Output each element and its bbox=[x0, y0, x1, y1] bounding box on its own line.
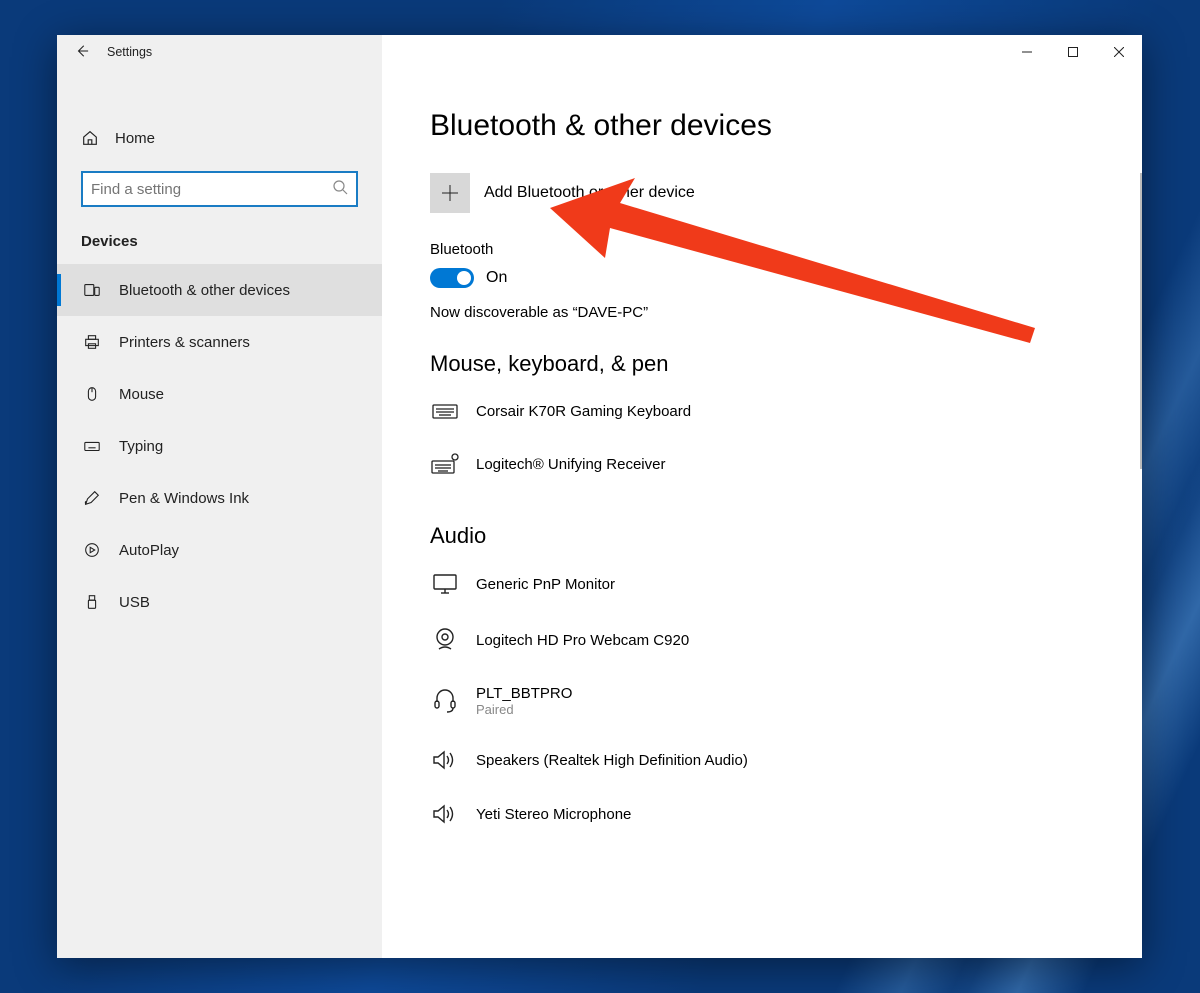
autoplay-icon bbox=[83, 541, 101, 559]
sidebar: Home Devices Bluetooth & other devices P… bbox=[57, 69, 382, 958]
home-icon bbox=[81, 129, 99, 147]
maximize-button[interactable] bbox=[1050, 35, 1096, 69]
keyboard-dongle-icon bbox=[430, 453, 460, 475]
back-arrow-icon bbox=[75, 44, 89, 58]
settings-window: Settings Home Device bbox=[57, 35, 1142, 958]
titlebar: Settings bbox=[57, 35, 1142, 69]
device-row[interactable]: Speakers (Realtek High Definition Audio) bbox=[430, 739, 1142, 781]
pen-icon bbox=[83, 489, 101, 507]
sidebar-item-bluetooth[interactable]: Bluetooth & other devices bbox=[57, 264, 382, 316]
group-title-mkp: Mouse, keyboard, & pen bbox=[430, 351, 1142, 377]
speaker-icon bbox=[430, 803, 460, 825]
sidebar-home[interactable]: Home bbox=[57, 117, 382, 159]
keyboard-icon bbox=[83, 437, 101, 455]
sidebar-item-autoplay[interactable]: AutoPlay bbox=[57, 524, 382, 576]
search-box[interactable] bbox=[81, 171, 358, 207]
main-content: Bluetooth & other devices Add Bluetooth … bbox=[382, 69, 1142, 958]
device-row[interactable]: Generic PnP Monitor bbox=[430, 563, 1142, 605]
sidebar-item-label: USB bbox=[119, 594, 150, 611]
device-row[interactable]: Logitech HD Pro Webcam C920 bbox=[430, 617, 1142, 663]
device-row[interactable]: Yeti Stereo Microphone bbox=[430, 793, 1142, 835]
sidebar-item-label: AutoPlay bbox=[119, 542, 179, 559]
sidebar-home-label: Home bbox=[115, 130, 155, 147]
usb-icon bbox=[83, 593, 101, 611]
mouse-icon bbox=[83, 385, 101, 403]
sidebar-item-label: Printers & scanners bbox=[119, 334, 250, 351]
discoverable-text: Now discoverable as “DAVE-PC” bbox=[430, 304, 1142, 321]
device-name: Generic PnP Monitor bbox=[476, 576, 615, 593]
group-title-audio: Audio bbox=[430, 523, 1142, 549]
device-name: Logitech HD Pro Webcam C920 bbox=[476, 632, 689, 649]
sidebar-section-label: Devices bbox=[57, 225, 382, 264]
search-input[interactable] bbox=[87, 177, 332, 202]
window-title: Settings bbox=[107, 45, 152, 59]
keyboard-icon bbox=[430, 401, 460, 421]
add-device-button[interactable]: Add Bluetooth or other device bbox=[430, 173, 1142, 213]
add-device-label: Add Bluetooth or other device bbox=[484, 184, 695, 202]
device-name: Corsair K70R Gaming Keyboard bbox=[476, 403, 691, 420]
page-title: Bluetooth & other devices bbox=[430, 109, 1142, 143]
monitor-icon bbox=[430, 573, 460, 595]
sidebar-item-mouse[interactable]: Mouse bbox=[57, 368, 382, 420]
sidebar-item-typing[interactable]: Typing bbox=[57, 420, 382, 472]
minimize-icon bbox=[1022, 47, 1032, 57]
minimize-button[interactable] bbox=[1004, 35, 1050, 69]
speaker-icon bbox=[430, 749, 460, 771]
devices-icon bbox=[83, 281, 101, 299]
sidebar-item-printers[interactable]: Printers & scanners bbox=[57, 316, 382, 368]
sidebar-item-label: Mouse bbox=[119, 386, 164, 403]
back-button[interactable] bbox=[57, 44, 107, 61]
sidebar-item-usb[interactable]: USB bbox=[57, 576, 382, 628]
close-icon bbox=[1114, 47, 1124, 57]
search-icon bbox=[332, 179, 348, 199]
device-row[interactable]: Corsair K70R Gaming Keyboard bbox=[430, 391, 1142, 431]
device-name: Logitech® Unifying Receiver bbox=[476, 456, 665, 473]
device-name: PLT_BBTPRO bbox=[476, 685, 572, 702]
sidebar-item-label: Pen & Windows Ink bbox=[119, 490, 249, 507]
device-row[interactable]: PLT_BBTPRO Paired bbox=[430, 675, 1142, 727]
sidebar-item-label: Typing bbox=[119, 438, 163, 455]
close-button[interactable] bbox=[1096, 35, 1142, 69]
plus-icon bbox=[430, 173, 470, 213]
printer-icon bbox=[83, 333, 101, 351]
maximize-icon bbox=[1068, 47, 1078, 57]
device-row[interactable]: Logitech® Unifying Receiver bbox=[430, 443, 1142, 485]
bluetooth-label: Bluetooth bbox=[430, 241, 1142, 258]
headset-icon bbox=[430, 688, 460, 714]
sidebar-item-label: Bluetooth & other devices bbox=[119, 282, 290, 299]
device-status: Paired bbox=[476, 702, 572, 717]
device-name: Yeti Stereo Microphone bbox=[476, 806, 631, 823]
webcam-icon bbox=[430, 627, 460, 653]
device-name: Speakers (Realtek High Definition Audio) bbox=[476, 752, 748, 769]
bluetooth-toggle[interactable] bbox=[430, 268, 474, 288]
bluetooth-toggle-state: On bbox=[486, 269, 507, 287]
scrollbar[interactable] bbox=[1140, 173, 1142, 469]
sidebar-item-pen[interactable]: Pen & Windows Ink bbox=[57, 472, 382, 524]
